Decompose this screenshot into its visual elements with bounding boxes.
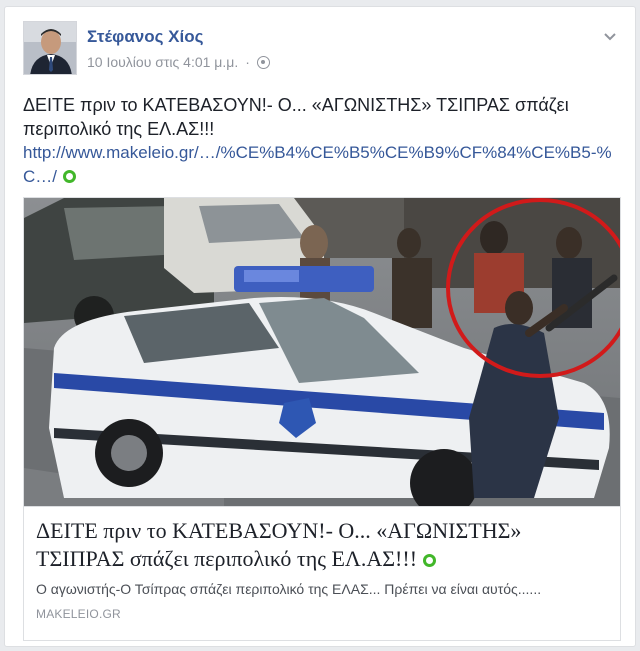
link-preview-image[interactable]	[24, 198, 620, 506]
link-preview-title-wrap[interactable]: ΔΕΙΤΕ πριν το ΚΑΤΕΒΑΣΟΥΝ!- Ο... «ΑΓΩΝΙΣΤ…	[36, 517, 608, 573]
post-message: ΔΕΙΤΕ πριν το ΚΑΤΕΒΑΣΟΥΝ!- Ο... «ΑΓΩΝΙΣΤ…	[23, 95, 569, 139]
meta-separator: ·	[245, 54, 250, 70]
link-preview-description: Ο αγωνιστής-Ο Τσίπρας σπάζει περιπολικό …	[36, 581, 542, 597]
post-meta: 10 Ιουλίου στις 4:01 μ.μ. ·	[87, 54, 270, 70]
chevron-down-icon[interactable]	[601, 27, 619, 45]
post-header: Στέφανος Χίος 10 Ιουλίου στις 4:01 μ.μ. …	[23, 21, 623, 77]
link-preview-card[interactable]: ΔΕΙΤΕ πριν το ΚΑΤΕΒΑΣΟΥΝ!- Ο... «ΑΓΩΝΙΣΤ…	[23, 197, 621, 641]
author-name[interactable]: Στέφανος Χίος	[87, 27, 203, 47]
link-preview-caption[interactable]: ΔΕΙΤΕ πριν το ΚΑΤΕΒΑΣΟΥΝ!- Ο... «ΑΓΩΝΙΣΤ…	[24, 506, 620, 640]
post-timestamp[interactable]: 10 Ιουλίου στις 4:01 μ.μ.	[87, 54, 238, 70]
author-avatar[interactable]	[23, 21, 77, 75]
post-body: ΔΕΙΤΕ πριν το ΚΑΤΕΒΑΣΟΥΝ!- Ο... «ΑΓΩΝΙΣΤ…	[23, 93, 621, 189]
post-link[interactable]: http://www.makeleio.gr/…/%CE%B4%CE%B5%CE…	[23, 141, 621, 189]
feed-post: Στέφανος Χίος 10 Ιουλίου στις 4:01 μ.μ. …	[4, 6, 636, 647]
post-link-wrap: http://www.makeleio.gr/…/%CE%B4%CE%B5%CE…	[23, 141, 621, 189]
link-status-icon	[63, 170, 76, 183]
post-link-text[interactable]: http://www.makeleio.gr/…/%CE%B4%CE%B5%CE…	[23, 143, 612, 186]
link-preview-title[interactable]: ΔΕΙΤΕ πριν το ΚΑΤΕΒΑΣΟΥΝ!- Ο... «ΑΓΩΝΙΣΤ…	[36, 518, 521, 571]
title-status-icon	[423, 554, 437, 567]
link-preview-domain: MAKELEIO.GR	[36, 607, 121, 621]
globe-icon[interactable]	[256, 55, 270, 69]
